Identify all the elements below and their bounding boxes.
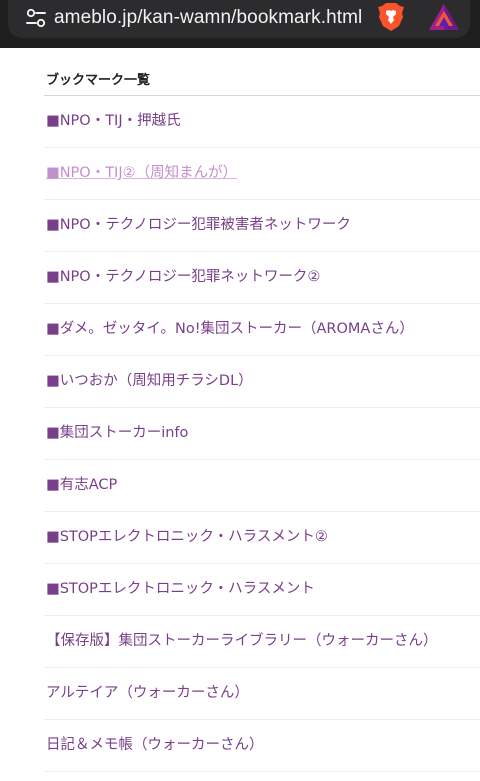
bookmark-link[interactable]: 【保存版】集団ストーカーライブラリー（ウォーカーさん） bbox=[46, 629, 438, 653]
list-item: ■STOPエレクトロニック・ハラスメント bbox=[44, 564, 480, 616]
list-item: ■STOPエレクトロニック・ハラスメント② bbox=[44, 512, 480, 564]
url-text[interactable]: ameblo.jp/kan-wamn/bookmark.html bbox=[54, 4, 362, 32]
bookmark-link[interactable]: ■NPO・TIJ・押越氏 bbox=[46, 109, 181, 133]
bookmark-link[interactable]: ■NPO・テクノロジー犯罪ネットワーク② bbox=[46, 265, 320, 289]
bookmark-link[interactable]: ■NPO・テクノロジー犯罪被害者ネットワーク bbox=[46, 213, 351, 237]
bookmark-link[interactable]: ■有志ACP bbox=[46, 473, 117, 497]
list-item: ■集団ストーカーinfo bbox=[44, 408, 480, 460]
list-item: ■NPO・TIJ②（周知まんが） bbox=[44, 148, 480, 200]
brave-shield-icon[interactable] bbox=[377, 2, 405, 32]
site-settings-icon[interactable] bbox=[25, 7, 47, 29]
bookmark-link[interactable]: ■ダメ。ゼッタイ。No!集団ストーカー（AROMAさん） bbox=[46, 317, 414, 341]
list-item: ■いつおか（周知用チラシDL） bbox=[44, 356, 480, 408]
list-item: ■有志ACP bbox=[44, 460, 480, 512]
bookmark-link[interactable]: ■集団ストーカーinfo bbox=[46, 421, 188, 445]
list-item: 【保存版】集団ストーカーライブラリー（ウォーカーさん） bbox=[44, 616, 480, 668]
brave-rewards-icon[interactable] bbox=[428, 3, 460, 31]
list-item: ■NPO・テクノロジー犯罪ネットワーク② bbox=[44, 252, 480, 304]
bookmark-link-visited[interactable]: ■NPO・TIJ②（周知まんが） bbox=[46, 161, 237, 185]
bookmark-link[interactable]: 日記＆メモ帳（ウォーカーさん） bbox=[46, 733, 264, 757]
list-item: アルテイア（ウォーカーさん） bbox=[44, 668, 480, 720]
bookmark-link[interactable]: アルテイア（ウォーカーさん） bbox=[46, 681, 249, 705]
browser-toolbar: ameblo.jp/kan-wamn/bookmark.html bbox=[0, 0, 480, 48]
page-content: ブックマーク一覧 ■NPO・TIJ・押越氏 ■NPO・TIJ②（周知まんが） ■… bbox=[0, 48, 480, 781]
bookmark-link[interactable]: ■STOPエレクトロニック・ハラスメント bbox=[46, 577, 315, 601]
bookmark-list-title: ブックマーク一覧 bbox=[46, 72, 151, 87]
list-item: 日記＆メモ帳（ウォーカーさん） bbox=[44, 720, 480, 772]
bookmark-link[interactable]: ■STOPエレクトロニック・ハラスメント② bbox=[46, 525, 328, 549]
list-item: ■NPO・テクノロジー犯罪被害者ネットワーク bbox=[44, 200, 480, 252]
list-item: ■NPO・TIJ・押越氏 bbox=[44, 96, 480, 148]
list-item: ■ダメ。ゼッタイ。No!集団ストーカー（AROMAさん） bbox=[44, 304, 480, 356]
bookmark-list: ■NPO・TIJ・押越氏 ■NPO・TIJ②（周知まんが） ■NPO・テクノロジ… bbox=[44, 96, 480, 772]
bookmark-link[interactable]: ■いつおか（周知用チラシDL） bbox=[46, 369, 253, 393]
